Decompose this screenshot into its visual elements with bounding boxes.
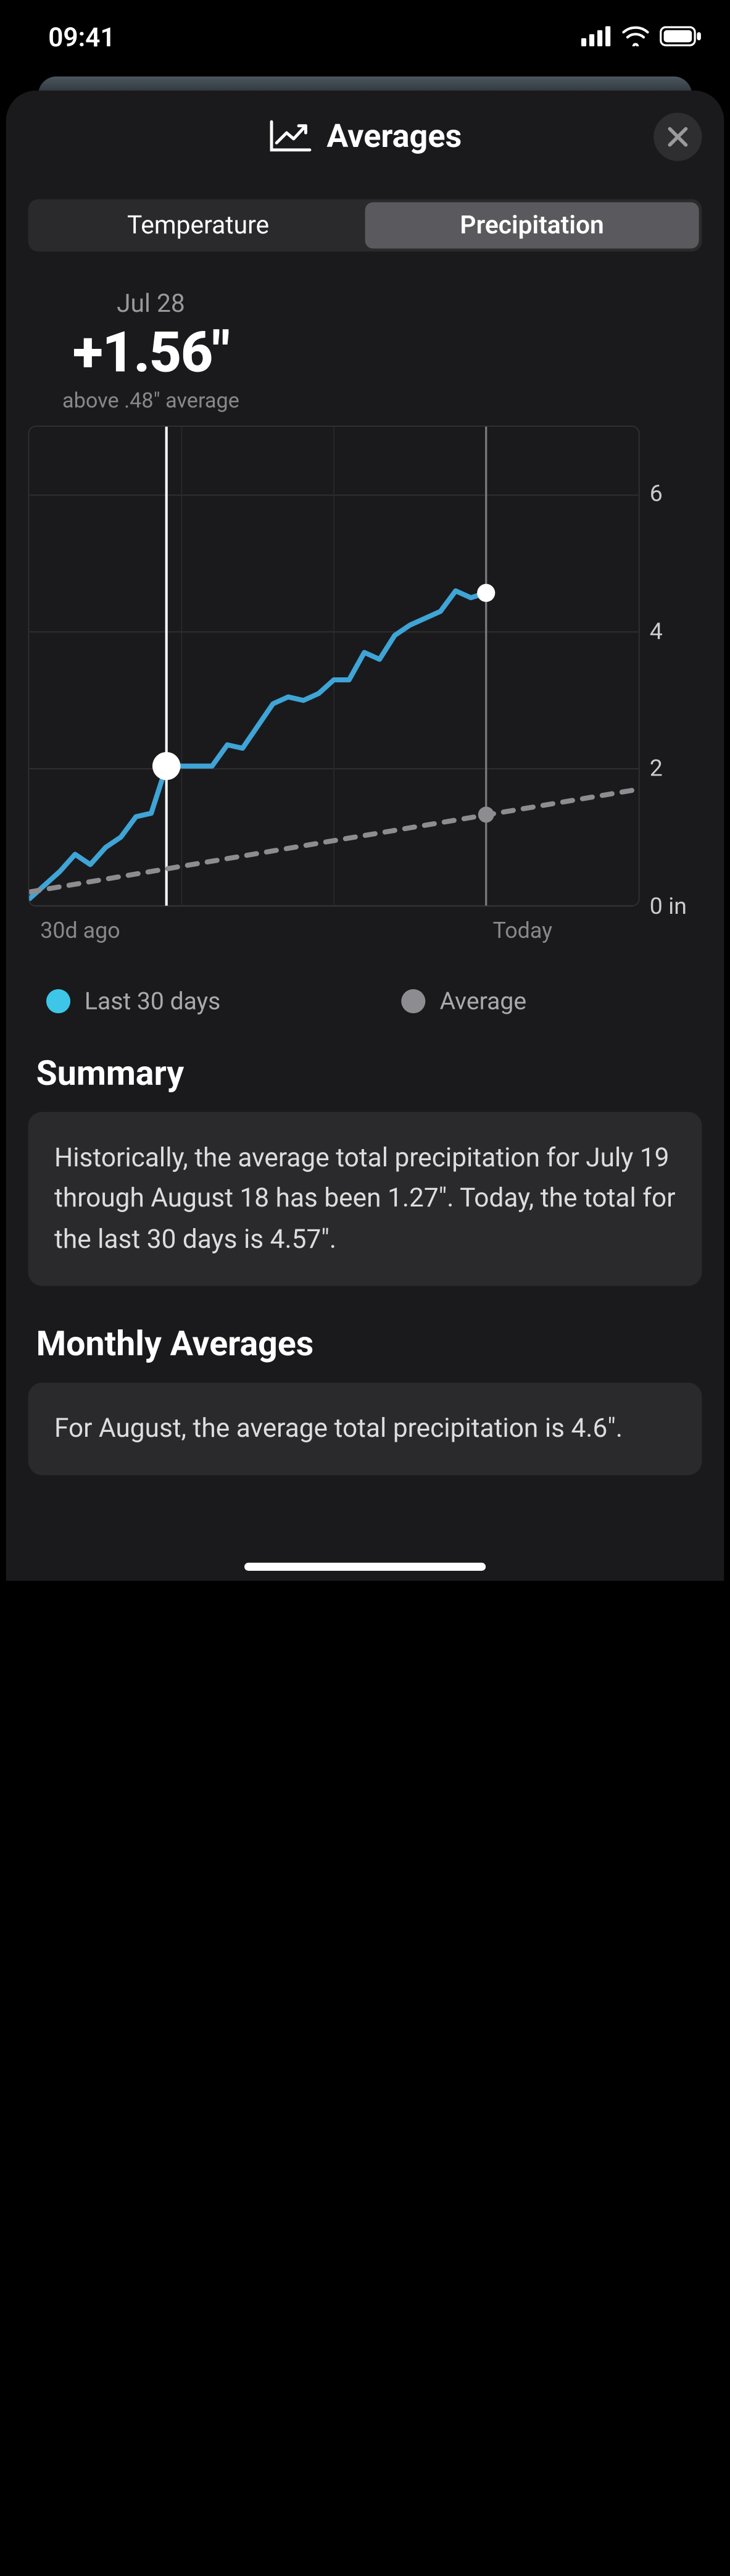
monthly-text: For August, the average total precipitat… — [54, 1414, 623, 1444]
legend-average-label: Average — [440, 987, 526, 1016]
metric-segmented-control: Temperature Precipitation — [28, 199, 702, 252]
summary-card: Historically, the average total precipit… — [28, 1112, 702, 1286]
chart-legend: Last 30 days Average — [46, 987, 684, 1016]
battery-icon — [660, 23, 702, 53]
home-indicator[interactable] — [244, 1563, 486, 1571]
readout-date: Jul 28 — [6, 290, 296, 319]
summary-text: Historically, the average total precipit… — [54, 1143, 676, 1254]
sheet-title-text: Averages — [326, 117, 462, 155]
readout-subtitle: above .48" average — [6, 390, 296, 414]
cellular-icon — [581, 23, 612, 53]
legend-actual-dot — [46, 989, 70, 1013]
y-tick-label: 2 — [650, 755, 663, 782]
line-chart-icon — [268, 119, 313, 153]
tab-temperature[interactable]: Temperature — [31, 203, 365, 249]
legend-actual: Last 30 days — [46, 987, 220, 1016]
legend-actual-label: Last 30 days — [85, 987, 220, 1016]
legend-average: Average — [402, 987, 526, 1016]
x-axis-today-label: Today — [493, 919, 553, 944]
averages-sheet: Averages Temperature Precipitation Jul 2… — [6, 91, 724, 1581]
y-tick-label: 0 in — [650, 893, 687, 920]
close-button[interactable] — [653, 113, 702, 161]
chart-readout: Jul 28 +1.56" above .48" average — [6, 290, 296, 413]
y-tick-label: 6 — [650, 480, 663, 508]
precipitation-chart[interactable]: 0 in 2 4 6 30d ago Today — [28, 425, 702, 969]
legend-average-dot — [402, 989, 426, 1013]
monthly-card: For August, the average total precipitat… — [28, 1382, 702, 1475]
readout-value: +1.56" — [6, 319, 296, 386]
tab-precipitation[interactable]: Precipitation — [365, 203, 699, 249]
status-bar: 09:41 — [0, 0, 730, 59]
close-icon — [666, 126, 689, 148]
monthly-heading: Monthly Averages — [36, 1324, 694, 1365]
status-right — [581, 23, 702, 53]
x-axis-start-label: 30d ago — [40, 919, 120, 944]
wifi-icon — [621, 23, 650, 53]
summary-heading: Summary — [36, 1053, 694, 1094]
y-tick-label: 4 — [650, 617, 663, 645]
status-time: 09:41 — [48, 23, 115, 53]
sheet-header: Averages — [6, 91, 724, 182]
